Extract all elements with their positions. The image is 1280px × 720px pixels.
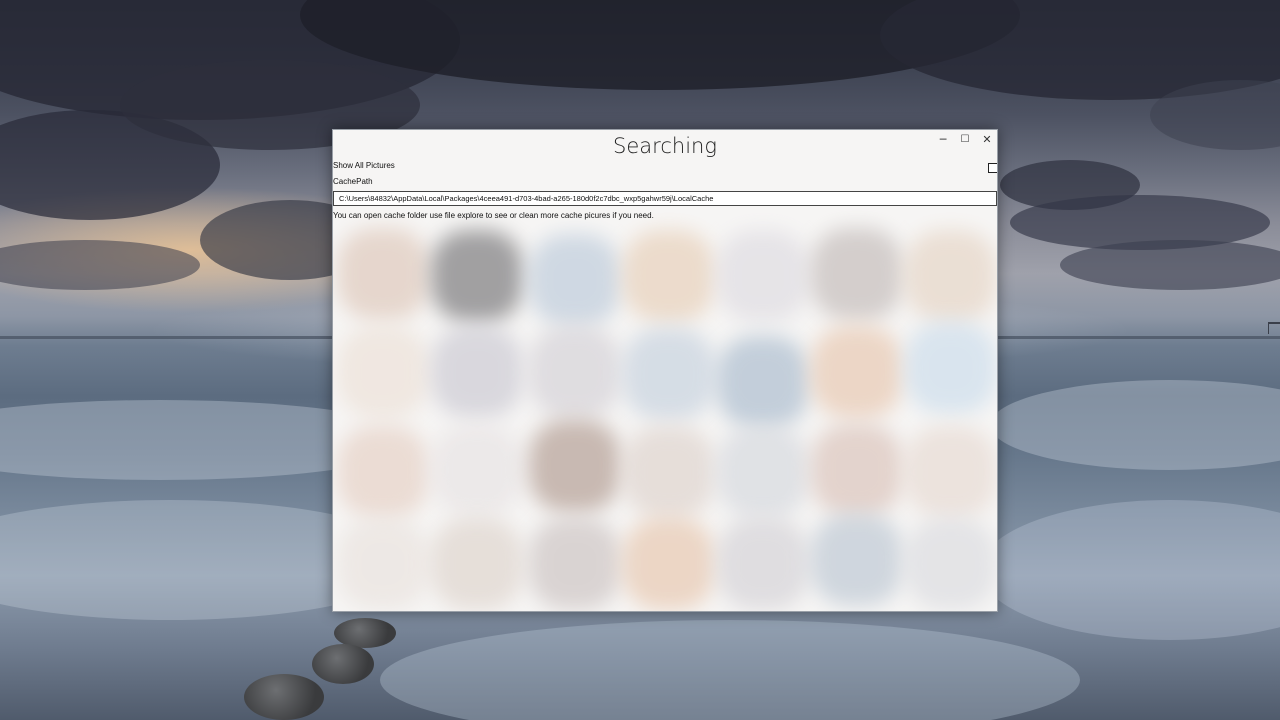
show-all-pictures-checkbox[interactable] [988, 163, 997, 173]
sea-foam [990, 380, 1280, 470]
sea-foam [980, 500, 1280, 640]
maximize-icon[interactable]: ☐ [954, 132, 976, 148]
cloud [1060, 240, 1280, 290]
cache-path-label: CachePath [333, 177, 373, 186]
minimize-icon[interactable]: ─ [932, 132, 954, 148]
pier [1268, 322, 1280, 334]
cloud [0, 240, 200, 290]
cache-path-input[interactable] [333, 191, 997, 206]
close-icon[interactable]: ✕ [976, 132, 997, 148]
rock [244, 674, 324, 720]
sea-foam [380, 620, 1080, 720]
rock [312, 644, 374, 684]
window-title: Searching [613, 134, 717, 158]
app-window: Searching ─ ☐ ✕ Show All Pictures CacheP… [332, 129, 998, 612]
cache-hint-text: You can open cache folder use file explo… [333, 211, 654, 220]
show-all-pictures-label: Show All Pictures [333, 161, 395, 170]
